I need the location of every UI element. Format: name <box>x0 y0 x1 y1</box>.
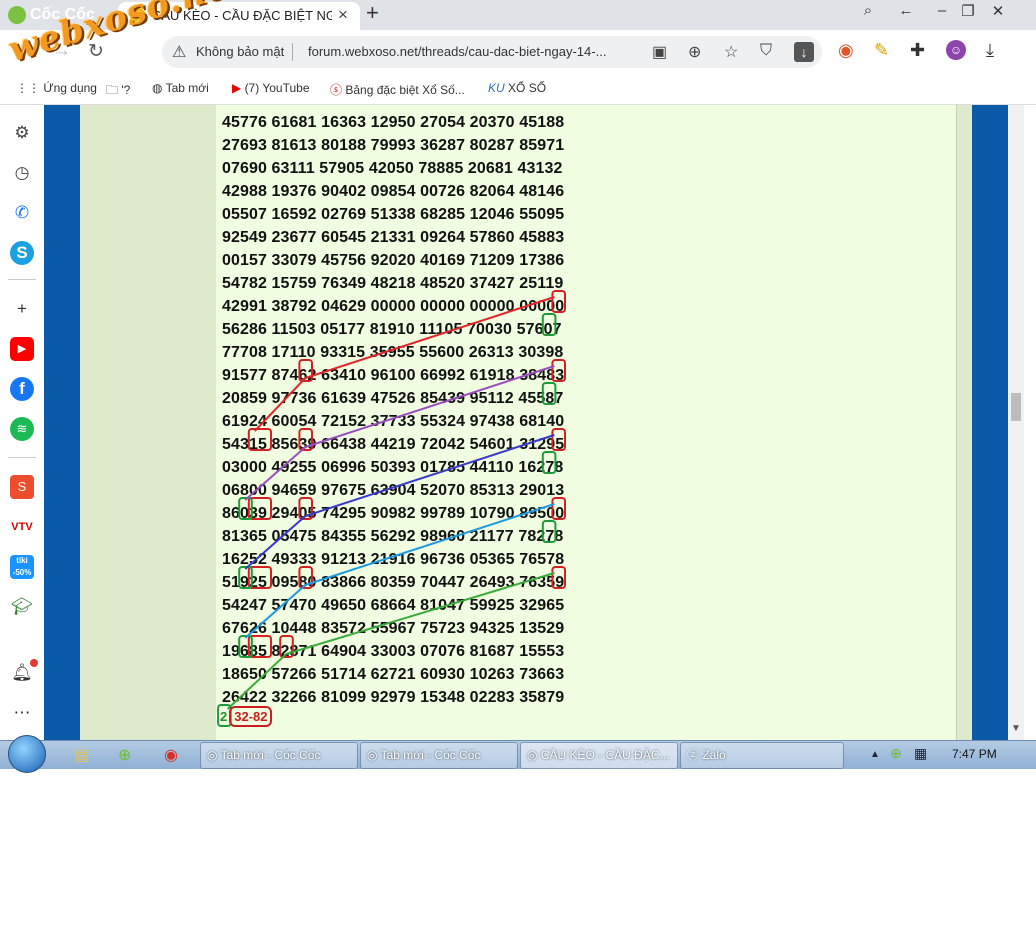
vtv-icon[interactable]: VTV <box>10 515 34 539</box>
close-icon[interactable]: × <box>338 5 348 25</box>
search-tabs-icon[interactable]: ⌕ <box>856 2 880 19</box>
bookmark-folder[interactable]: 🗀 '? <box>106 81 130 102</box>
taskbar-task-1[interactable]: ◎ Tab mới - Cốc Cốc <box>200 742 358 769</box>
window-close-icon[interactable]: ✕ <box>986 2 1010 20</box>
result-prefix: 2 <box>220 709 228 724</box>
divider <box>292 43 293 61</box>
taskbar-task-4[interactable]: ⓩ Zalo <box>680 742 844 769</box>
tiki-icon[interactable]: tiki -50% <box>10 555 34 579</box>
youtube-icon[interactable]: ▶ <box>10 337 34 361</box>
connector-line-green <box>226 572 555 710</box>
chrome-icon[interactable]: ◉ <box>164 745 178 765</box>
highlight-box-red <box>247 428 273 451</box>
highlight-box-red <box>551 290 566 313</box>
facebook-icon[interactable]: f <box>10 377 34 401</box>
highlight-box-red <box>551 566 566 589</box>
scroll-down-icon[interactable]: ▼ <box>1011 723 1021 734</box>
coccoc-icon: ◎ <box>527 748 541 762</box>
coccoc-pinned-icon[interactable]: ⊕ <box>118 745 131 765</box>
sidebar-divider <box>8 457 36 458</box>
notification-dot <box>30 659 38 667</box>
bookmark-new-tab[interactable]: ◍ Tab mới <box>152 81 209 95</box>
coccoc-logo-icon <box>8 6 26 24</box>
download-icon[interactable]: ⤓ <box>986 40 994 61</box>
highlight-box-green <box>541 313 557 336</box>
windows-taskbar: ▤ ⊕ ◉ ◎ Tab mới - Cốc Cốc ◎ Tab mới - Cố… <box>0 735 1036 773</box>
history-icon[interactable]: ◷ <box>10 161 34 185</box>
sidebar-divider <box>8 279 36 280</box>
connector-line-cyan <box>244 503 555 639</box>
apps-icon: ⋮⋮ <box>16 81 44 95</box>
profile-avatar-icon[interactable]: ☺ <box>946 40 966 60</box>
globe-icon: ◍ <box>152 81 166 95</box>
coccoc-icon: ◎ <box>207 748 221 762</box>
tray-arrow-icon[interactable]: ▲ <box>870 749 880 760</box>
tray-coccoc-icon[interactable]: ⊕ <box>890 745 902 762</box>
taskbar-task-2[interactable]: ◎ Tab mới - Cốc Cốc <box>360 742 518 769</box>
new-tab-button[interactable]: + <box>366 0 379 26</box>
download-page-icon[interactable]: ↓ <box>794 42 814 62</box>
result-row: 2 32-82 <box>220 706 273 727</box>
navigation-bar: ← → ↻ ⚠ Không bảo mật forum.webxoso.net/… <box>0 30 1036 74</box>
youtube-icon: ▶ <box>232 81 245 95</box>
bookmark-xoso[interactable]: KU XỔ SỐ <box>488 81 546 95</box>
coccoc-icon: ◎ <box>367 748 381 762</box>
shopee-icon[interactable]: S <box>10 475 34 499</box>
explorer-icon[interactable]: ▤ <box>74 745 89 765</box>
connector-line-purple <box>244 365 555 501</box>
messenger-icon[interactable]: ✆ <box>10 201 34 225</box>
bookmark-star-icon[interactable]: ☆ <box>724 42 738 62</box>
security-label[interactable]: Không bảo mật <box>196 44 284 59</box>
restore-icon[interactable]: ❐ <box>956 2 980 20</box>
analysis-overlay <box>217 290 566 727</box>
start-button[interactable] <box>8 735 46 773</box>
pencil-icon[interactable]: ✎ <box>874 40 889 61</box>
add-icon[interactable]: + <box>10 297 34 321</box>
more-icon[interactable]: ⋯ <box>10 701 34 725</box>
tray-network-icon[interactable]: ▦ <box>914 745 927 762</box>
highlight-box-green <box>541 520 557 543</box>
scrollbar-thumb[interactable] <box>1011 393 1021 421</box>
highlight-box-red <box>551 497 566 520</box>
coccoc-extension-icon[interactable]: ◉ <box>838 40 854 61</box>
bookmark-lottery[interactable]: ⓢ Bảng đặc biệt Xổ Số... <box>330 81 465 98</box>
camera-block-icon[interactable]: ▣ <box>652 42 667 62</box>
puzzle-icon[interactable]: ✚ <box>910 40 925 61</box>
highlight-box-green <box>238 497 253 520</box>
browser-sidebar: ⚙ ◷ ✆ S + ▶ f ≋ S VTV tiki -50% 🎓︎ 🔔︎ ⋯ <box>0 105 45 740</box>
skype-icon[interactable]: S <box>10 241 34 265</box>
address-bar[interactable]: ⚠ Không bảo mật forum.webxoso.net/thread… <box>162 36 822 68</box>
connector-line-blue <box>244 434 555 570</box>
url-text[interactable]: forum.webxoso.net/threads/cau-dac-biet-n… <box>308 44 606 59</box>
folder-icon: 🗀 <box>106 83 122 97</box>
page-content: 45776 61681 16363 12950 27054 20370 4518… <box>44 105 1008 740</box>
gear-icon[interactable]: ⚙ <box>10 121 34 145</box>
zoom-icon[interactable]: ⊕ <box>688 42 701 62</box>
lottery-icon: ⓢ <box>330 83 346 97</box>
zalo-icon: ⓩ <box>687 748 703 762</box>
bookmark-apps[interactable]: ⋮⋮ Ứng dụng <box>16 81 97 95</box>
page-scrollbar[interactable]: ▼ <box>1008 105 1024 740</box>
ku-icon: KU <box>488 81 509 95</box>
education-icon[interactable]: 🎓︎ <box>10 595 34 619</box>
result-value: 32-82 <box>229 706 273 727</box>
spotify-icon[interactable]: ≋ <box>10 417 34 441</box>
back-arrow-icon[interactable]: ← <box>894 2 918 19</box>
bookmarks-bar: ⋮⋮ Ứng dụng 🗀 '? ◍ Tab mới ▶ (7) YouTube… <box>0 74 1036 105</box>
warning-icon[interactable]: ⚠ <box>172 42 186 62</box>
highlight-box-green <box>238 566 253 589</box>
highlight-box-red <box>551 428 566 451</box>
highlight-box-green <box>238 635 253 658</box>
taskbar-task-3[interactable]: ◎ CẦU KÈO - CẦU ĐẶC... <box>520 742 678 769</box>
shield-icon[interactable]: ⛉ <box>760 42 772 60</box>
bookmark-youtube[interactable]: ▶ (7) YouTube <box>232 81 310 95</box>
clock[interactable]: 7:47 PM <box>952 747 997 761</box>
highlight-box-red <box>551 359 566 382</box>
highlight-box-green <box>541 451 557 474</box>
minimize-icon[interactable]: – <box>930 2 954 19</box>
highlight-box-green <box>541 382 557 405</box>
